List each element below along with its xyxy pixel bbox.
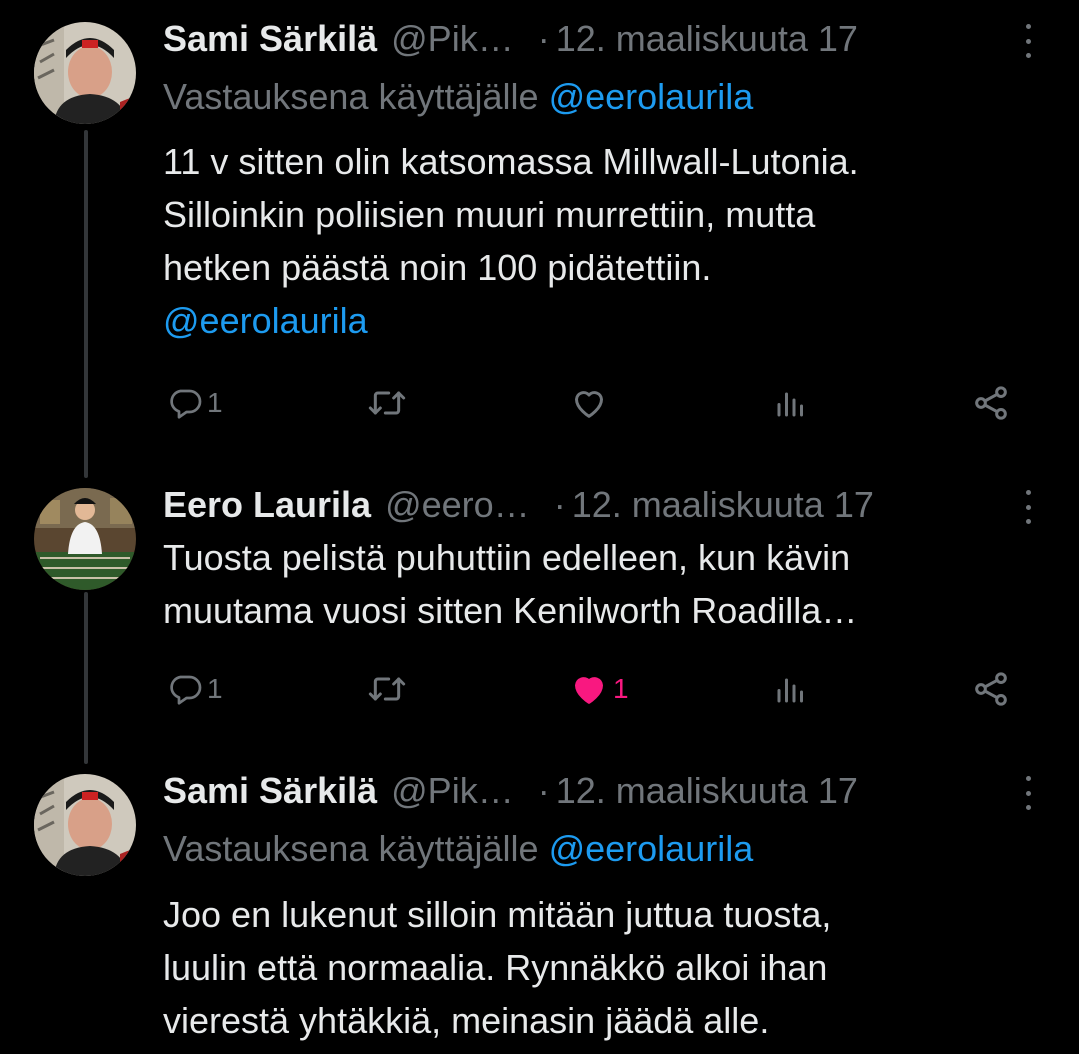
tweet-2[interactable]: Eero Laurila @eero… · 12. maaliskuuta 17… xyxy=(0,470,1079,760)
views-button[interactable] xyxy=(773,664,813,714)
author-handle[interactable]: @Pik… xyxy=(391,14,514,64)
reply-prefix: Vastauksena käyttäjälle xyxy=(163,828,539,869)
share-button[interactable] xyxy=(971,664,1011,714)
reply-count: 1 xyxy=(207,673,223,704)
reply-bubble-icon xyxy=(170,675,202,705)
reply-button[interactable]: 1 xyxy=(167,664,223,714)
reply-button[interactable]: 1 xyxy=(167,378,223,428)
tweet-text-line: Joo en lukenut silloin mitään juttua tuo… xyxy=(163,894,832,935)
reply-count: 1 xyxy=(207,387,223,418)
more-options-icon[interactable] xyxy=(1021,776,1035,810)
tweet-actions: 1 xyxy=(163,378,1039,428)
mention-link[interactable]: @eerolaurila xyxy=(163,294,1039,347)
like-count: 1 xyxy=(613,673,629,704)
retweet-button[interactable] xyxy=(367,378,411,428)
more-options-icon[interactable] xyxy=(1021,490,1035,524)
share-icon xyxy=(975,672,1007,706)
avatar-eero[interactable] xyxy=(34,488,136,590)
tweet-text-line: vierestä yhtäkkiä, meinasin jäädä alle. xyxy=(163,1000,770,1041)
tweet-text-line: hetken päästä noin 100 pidätettiin. xyxy=(163,247,712,288)
reply-mention-link[interactable]: @eerolaurila xyxy=(549,828,754,869)
avatar-sami[interactable] xyxy=(34,22,136,124)
reply-context: Vastauksena käyttäjälle @eerolaurila xyxy=(163,72,753,122)
share-button[interactable] xyxy=(971,378,1011,428)
retweet-button[interactable] xyxy=(367,664,411,714)
more-options-icon[interactable] xyxy=(1021,24,1035,58)
views-bar-chart-icon xyxy=(777,392,803,417)
tweet-text: Joo en lukenut silloin mitään juttua tuo… xyxy=(163,888,1039,1047)
tweet-1[interactable]: Sami Särkilä @Pik… · 12. maaliskuuta 17 … xyxy=(0,0,1079,470)
like-button[interactable]: 1 xyxy=(569,664,629,714)
tweet-date[interactable]: 12. maaliskuuta 17 xyxy=(556,14,858,64)
tweet-date[interactable]: 12. maaliskuuta 17 xyxy=(556,766,858,816)
views-button[interactable] xyxy=(773,378,813,428)
separator-dot: · xyxy=(537,770,550,811)
tweet-text-line: Silloinkin poliisien muuri murrettiin, m… xyxy=(163,194,816,235)
author-handle[interactable]: @Pik… xyxy=(391,766,514,816)
heart-icon xyxy=(575,677,603,704)
avatar-sami[interactable] xyxy=(34,774,136,876)
retweet-icon xyxy=(368,391,406,415)
share-icon xyxy=(975,386,1007,420)
reply-context: Vastauksena käyttäjälle @eerolaurila xyxy=(163,824,753,874)
separator-dot: · xyxy=(553,484,566,525)
tweet-text-line: Tuosta pelistä puhuttiin edelleen, kun k… xyxy=(163,537,851,578)
tweet-text-line: luulin että normaalia. Rynnäkkö alkoi ih… xyxy=(163,947,828,988)
tweet-text-line: 11 v sitten olin katsomassa Millwall-Lut… xyxy=(163,141,859,182)
author-name[interactable]: Eero Laurila xyxy=(163,480,371,530)
heart-icon xyxy=(575,391,603,418)
tweet-actions: 1 1 xyxy=(163,664,1039,714)
retweet-icon xyxy=(368,677,406,701)
reply-bubble-icon xyxy=(170,389,202,419)
reply-prefix: Vastauksena käyttäjälle xyxy=(163,76,539,117)
separator-dot: · xyxy=(537,18,550,59)
tweet-3[interactable]: Sami Särkilä @Pik… · 12. maaliskuuta 17 … xyxy=(0,760,1079,1054)
reply-mention-link[interactable]: @eerolaurila xyxy=(549,76,754,117)
tweet-text: Tuosta pelistä puhuttiin edelleen, kun k… xyxy=(163,531,1039,637)
tweet-date[interactable]: 12. maaliskuuta 17 xyxy=(572,480,874,530)
views-bar-chart-icon xyxy=(777,678,803,703)
author-name[interactable]: Sami Särkilä xyxy=(163,14,377,64)
like-button[interactable] xyxy=(569,378,613,428)
tweet-text-line: muutama vuosi sitten Kenilworth Roadilla… xyxy=(163,590,858,631)
tweet-text: 11 v sitten olin katsomassa Millwall-Lut… xyxy=(163,135,1039,347)
author-handle[interactable]: @eero… xyxy=(385,480,530,530)
author-name[interactable]: Sami Särkilä xyxy=(163,766,377,816)
